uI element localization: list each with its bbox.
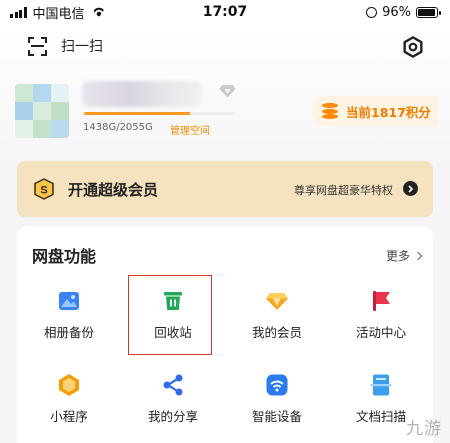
points-label: 当前1817积分 bbox=[346, 104, 431, 120]
points-button[interactable]: 当前1817积分 bbox=[312, 96, 438, 126]
share-icon bbox=[163, 374, 183, 396]
status-bar: 中国电信 17:07 96% bbox=[0, 0, 450, 24]
scan-icon bbox=[28, 36, 47, 56]
vip-subtitle: 尊享网盘超豪华特权 bbox=[294, 184, 393, 197]
avatar[interactable] bbox=[15, 84, 69, 138]
storage-usage-text: 1438G/2055G bbox=[83, 122, 153, 133]
watermark-text: 九游 bbox=[406, 419, 442, 439]
more-label: 更多 bbox=[385, 249, 410, 263]
feature-label: 活动中心 bbox=[355, 325, 406, 340]
storage-progress-bar bbox=[84, 112, 235, 115]
feature-label: 小程序 bbox=[50, 409, 88, 424]
features-title: 网盘功能 bbox=[32, 247, 97, 266]
settings-gear-icon[interactable] bbox=[402, 36, 424, 58]
diamond-icon bbox=[266, 293, 288, 310]
coins-icon bbox=[322, 103, 338, 119]
chevron-right-icon bbox=[403, 181, 418, 196]
vip-title: 开通超级会员 bbox=[68, 181, 159, 199]
status-right: 96% bbox=[366, 4, 441, 20]
feature-label: 我的分享 bbox=[147, 409, 198, 424]
more-link[interactable]: 更多 bbox=[385, 247, 423, 264]
chevron-right-icon bbox=[413, 251, 423, 260]
feature-mini-program[interactable]: 小程序 bbox=[17, 373, 121, 443]
feature-my-shares[interactable]: 我的分享 bbox=[121, 373, 225, 443]
feature-smart-devices[interactable]: 智能设备 bbox=[225, 373, 329, 443]
vip-badge-icon: S bbox=[34, 178, 54, 200]
feature-label: 我的会员 bbox=[251, 325, 302, 340]
scan-button[interactable]: 扫一扫 bbox=[28, 36, 103, 56]
feature-label: 智能设备 bbox=[251, 409, 302, 424]
vip-level-icon bbox=[219, 85, 236, 98]
flag-icon bbox=[373, 291, 390, 311]
feature-photo-backup[interactable]: 相册备份 bbox=[17, 289, 121, 359]
doc-scan-icon bbox=[370, 374, 392, 396]
battery-icon bbox=[416, 6, 441, 18]
photo-album-icon bbox=[59, 292, 79, 310]
vip-badge-letter: S bbox=[40, 185, 47, 197]
scan-label: 扫一扫 bbox=[61, 39, 103, 55]
mini-program-icon bbox=[59, 374, 79, 396]
feature-my-membership[interactable]: 我的会员 bbox=[225, 289, 329, 359]
feature-event-center[interactable]: 活动中心 bbox=[329, 289, 433, 359]
manage-space-link[interactable]: 管理空间 bbox=[170, 122, 210, 137]
feature-label: 相册备份 bbox=[43, 325, 94, 340]
orientation-lock-icon bbox=[366, 6, 378, 18]
username-blurred bbox=[82, 81, 202, 107]
cloud-features-panel: 网盘功能 更多 相册备份 回收站 我的会员 活动中心 小程序 我的分享 智能设备… bbox=[17, 226, 433, 443]
smart-device-icon bbox=[266, 374, 288, 396]
annotation-highlight-box bbox=[128, 275, 212, 355]
battery-percent: 96% bbox=[382, 4, 411, 20]
profile-header: 扫一扫 1438G/2055G 管理空间 当前1817积分 bbox=[0, 24, 450, 160]
super-vip-banner[interactable]: S 开通超级会员 尊享网盘超豪华特权 bbox=[17, 161, 433, 217]
